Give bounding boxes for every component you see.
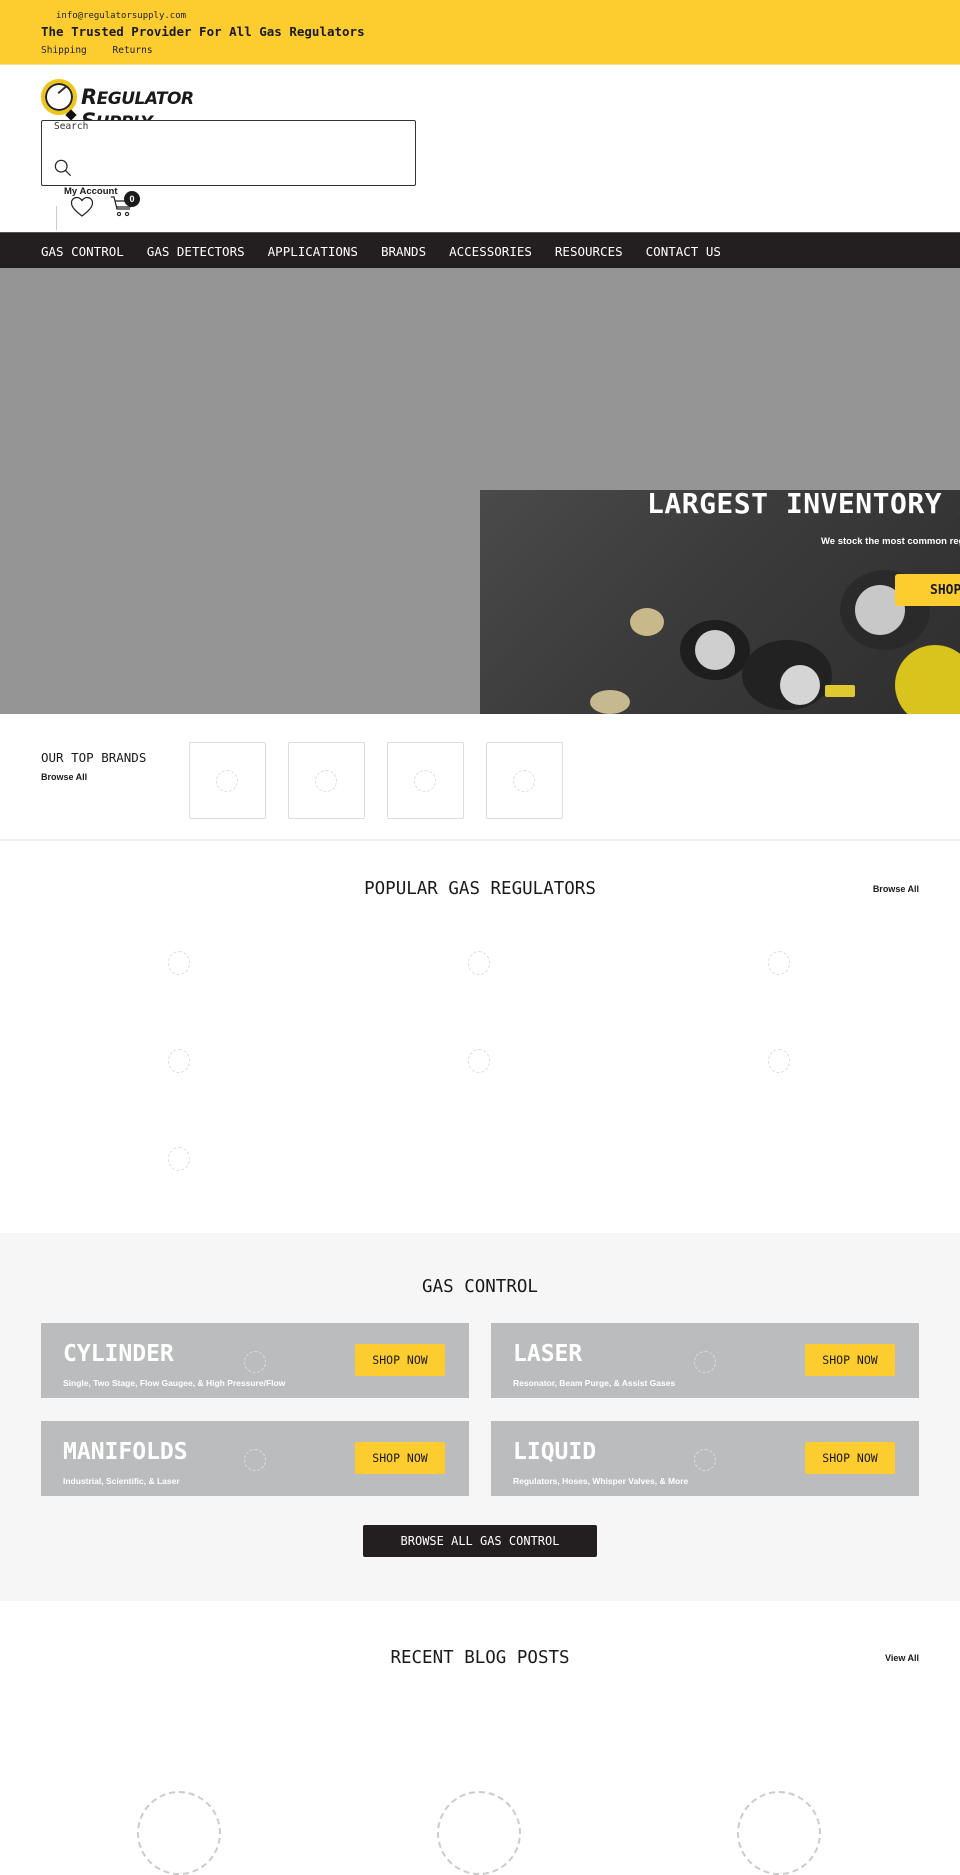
category-card-manifolds[interactable]: MANIFOLDS Industrial, Scientific, & Lase… xyxy=(41,1421,469,1496)
blog-view-all-link[interactable]: View All xyxy=(885,1653,919,1663)
loading-spinner-icon xyxy=(513,770,535,792)
top-brands-title: OUR TOP BRANDS xyxy=(41,750,147,765)
category-card-liquid[interactable]: LIQUID Regulators, Hoses, Whisper Valves… xyxy=(491,1421,919,1496)
category-description: Single, Two Stage, Flow Gaugee, & High P… xyxy=(63,1378,286,1388)
shop-now-button[interactable]: SHOP NOW xyxy=(355,1344,445,1376)
loading-spinner-icon xyxy=(244,1351,266,1373)
shop-now-button[interactable]: SHOP NOW xyxy=(805,1442,895,1474)
category-card-laser[interactable]: LASER Resonator, Beam Purge, & Assist Ga… xyxy=(491,1323,919,1398)
loading-spinner-icon xyxy=(694,1351,716,1373)
loading-spinner-icon xyxy=(168,1049,190,1073)
hero-banner: LARGEST INVENTORY A We stock the most co… xyxy=(0,268,960,714)
popular-regulators-section: POPULAR GAS REGULATORS Browse All xyxy=(0,843,960,1233)
nav-item-brands[interactable]: BRANDS xyxy=(381,244,426,259)
category-name: MANIFOLDS xyxy=(63,1439,188,1465)
nav-item-applications[interactable]: APPLICATIONS xyxy=(268,244,358,259)
nav-item-gas-detectors[interactable]: GAS DETECTORS xyxy=(147,244,245,259)
loading-spinner-icon xyxy=(468,1049,490,1073)
cart-count-badge: 0 xyxy=(124,191,140,207)
loading-spinner-icon xyxy=(414,770,436,792)
nav-item-contact-us[interactable]: CONTACT US xyxy=(646,244,721,259)
loading-spinner-icon xyxy=(168,951,190,975)
category-name: CYLINDER xyxy=(63,1341,174,1367)
loading-spinner-icon xyxy=(468,951,490,975)
hero-subtitle: We stock the most common regu xyxy=(821,536,960,547)
search-box[interactable]: Search xyxy=(41,120,416,186)
category-name: LASER xyxy=(513,1341,583,1367)
popular-browse-all-link[interactable]: Browse All xyxy=(873,884,919,894)
brands-browse-all-link[interactable]: Browse All xyxy=(41,772,87,782)
gas-control-section: GAS CONTROL CYLINDER Single, Two Stage, … xyxy=(0,1233,960,1601)
search-input[interactable] xyxy=(42,135,415,185)
browse-all-gas-control-button[interactable]: BROWSE ALL GAS CONTROL xyxy=(363,1525,597,1557)
loading-spinner-icon xyxy=(216,770,238,792)
hero-title: LARGEST INVENTORY A xyxy=(647,487,960,520)
shipping-link[interactable]: Shipping xyxy=(41,45,87,56)
loading-spinner-icon xyxy=(737,1791,821,1875)
divider xyxy=(56,206,57,230)
brand-tile[interactable] xyxy=(387,742,464,819)
heart-icon[interactable] xyxy=(70,196,94,218)
recent-blog-posts-section: RECENT BLOG POSTS View All xyxy=(0,1601,960,1875)
loading-spinner-icon xyxy=(137,1791,221,1875)
loading-spinner-icon xyxy=(244,1449,266,1471)
loading-spinner-icon xyxy=(168,1147,190,1171)
top-links: Shipping Returns xyxy=(41,45,173,56)
hero-shop-button[interactable]: SHOP xyxy=(895,574,960,606)
site-logo[interactable]: REGULATOR SUPPLY xyxy=(41,79,231,133)
category-description: Industrial, Scientific, & Laser xyxy=(63,1476,180,1486)
category-description: Resonator, Beam Purge, & Assist Gases xyxy=(513,1378,676,1388)
nav-item-resources[interactable]: RESOURCES xyxy=(555,244,623,259)
loading-spinner-icon xyxy=(694,1449,716,1471)
top-announcement-bar: info@regulatorsupply.com The Trusted Pro… xyxy=(0,0,960,65)
loading-spinner-icon xyxy=(768,1049,790,1073)
contact-email-link[interactable]: info@regulatorsupply.com xyxy=(56,11,186,21)
search-icon[interactable] xyxy=(54,159,72,177)
search-label: Search xyxy=(54,121,89,132)
top-brands-section: OUR TOP BRANDS Browse All xyxy=(0,714,960,841)
shop-now-button[interactable]: SHOP NOW xyxy=(355,1442,445,1474)
blog-title: RECENT BLOG POSTS xyxy=(390,1648,570,1668)
category-name: LIQUID xyxy=(513,1439,597,1465)
hero-image-regulators xyxy=(480,490,960,714)
brand-tile[interactable] xyxy=(288,742,365,819)
nav-item-accessories[interactable]: ACCESSORIES xyxy=(449,244,532,259)
main-navigation: GAS CONTROL GAS DETECTORS APPLICATIONS B… xyxy=(0,232,960,268)
gas-control-title: GAS CONTROL xyxy=(422,1277,538,1297)
loading-spinner-icon xyxy=(768,951,790,975)
tagline: The Trusted Provider For All Gas Regulat… xyxy=(41,24,365,39)
category-card-cylinder[interactable]: CYLINDER Single, Two Stage, Flow Gaugee,… xyxy=(41,1323,469,1398)
brand-tile[interactable] xyxy=(486,742,563,819)
popular-title: POPULAR GAS REGULATORS xyxy=(364,879,596,899)
returns-link[interactable]: Returns xyxy=(113,45,153,56)
category-description: Regulators, Hoses, Whisper Valves, & Mor… xyxy=(513,1476,689,1486)
loading-spinner-icon xyxy=(437,1791,521,1875)
loading-spinner-icon xyxy=(315,770,337,792)
shop-now-button[interactable]: SHOP NOW xyxy=(805,1344,895,1376)
brand-tile[interactable] xyxy=(189,742,266,819)
nav-item-gas-control[interactable]: GAS CONTROL xyxy=(41,244,124,259)
